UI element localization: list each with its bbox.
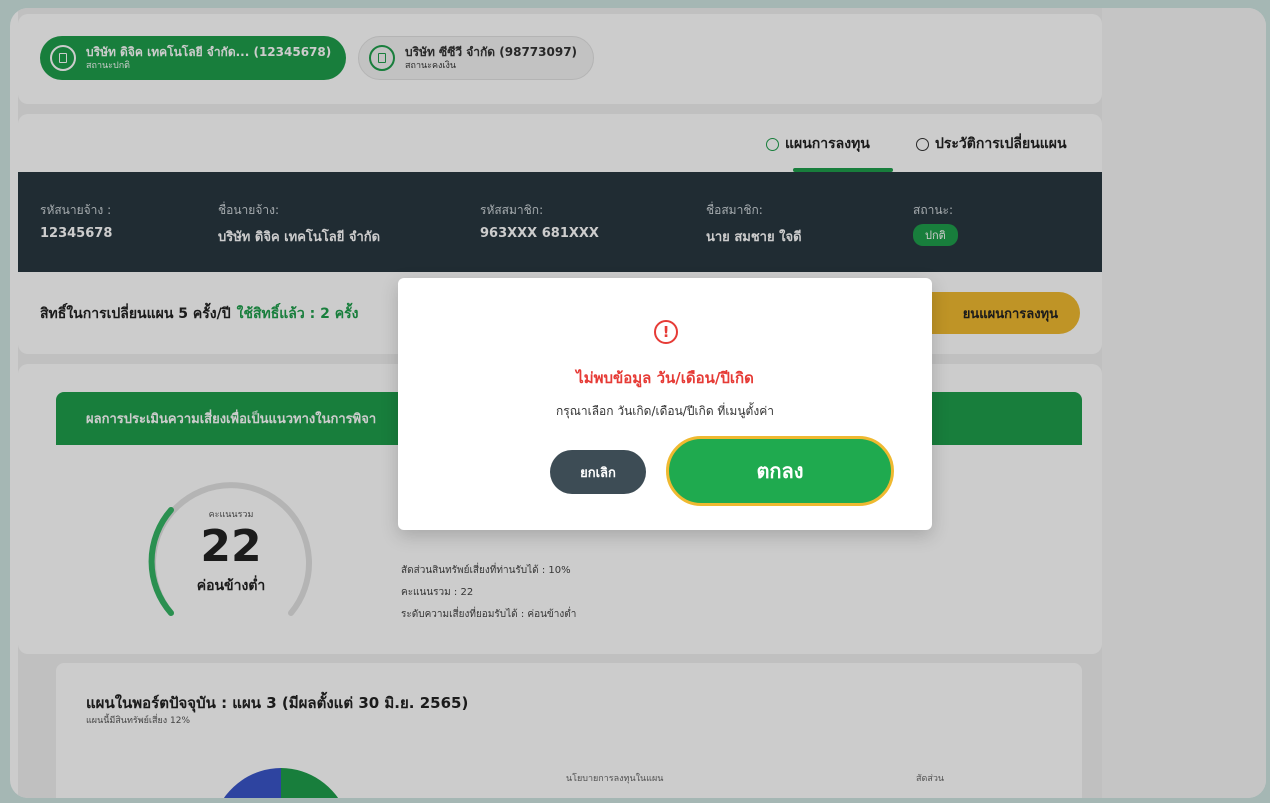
cancel-button[interactable]: ยกเลิก: [550, 450, 646, 494]
warning-icon: !: [654, 320, 678, 344]
dialog-message: กรุณาเลือก วันเกิด/เดือน/ปีเกิด ที่เมนูต…: [556, 404, 774, 418]
dialog-title: ไม่พบข้อมูล วัน/เดือน/ปีเกิด: [576, 369, 754, 387]
alert-dialog: ! ไม่พบข้อมูล วัน/เดือน/ปีเกิด กรุณาเลือ…: [398, 278, 932, 530]
ok-button[interactable]: ตกลง: [666, 436, 894, 506]
